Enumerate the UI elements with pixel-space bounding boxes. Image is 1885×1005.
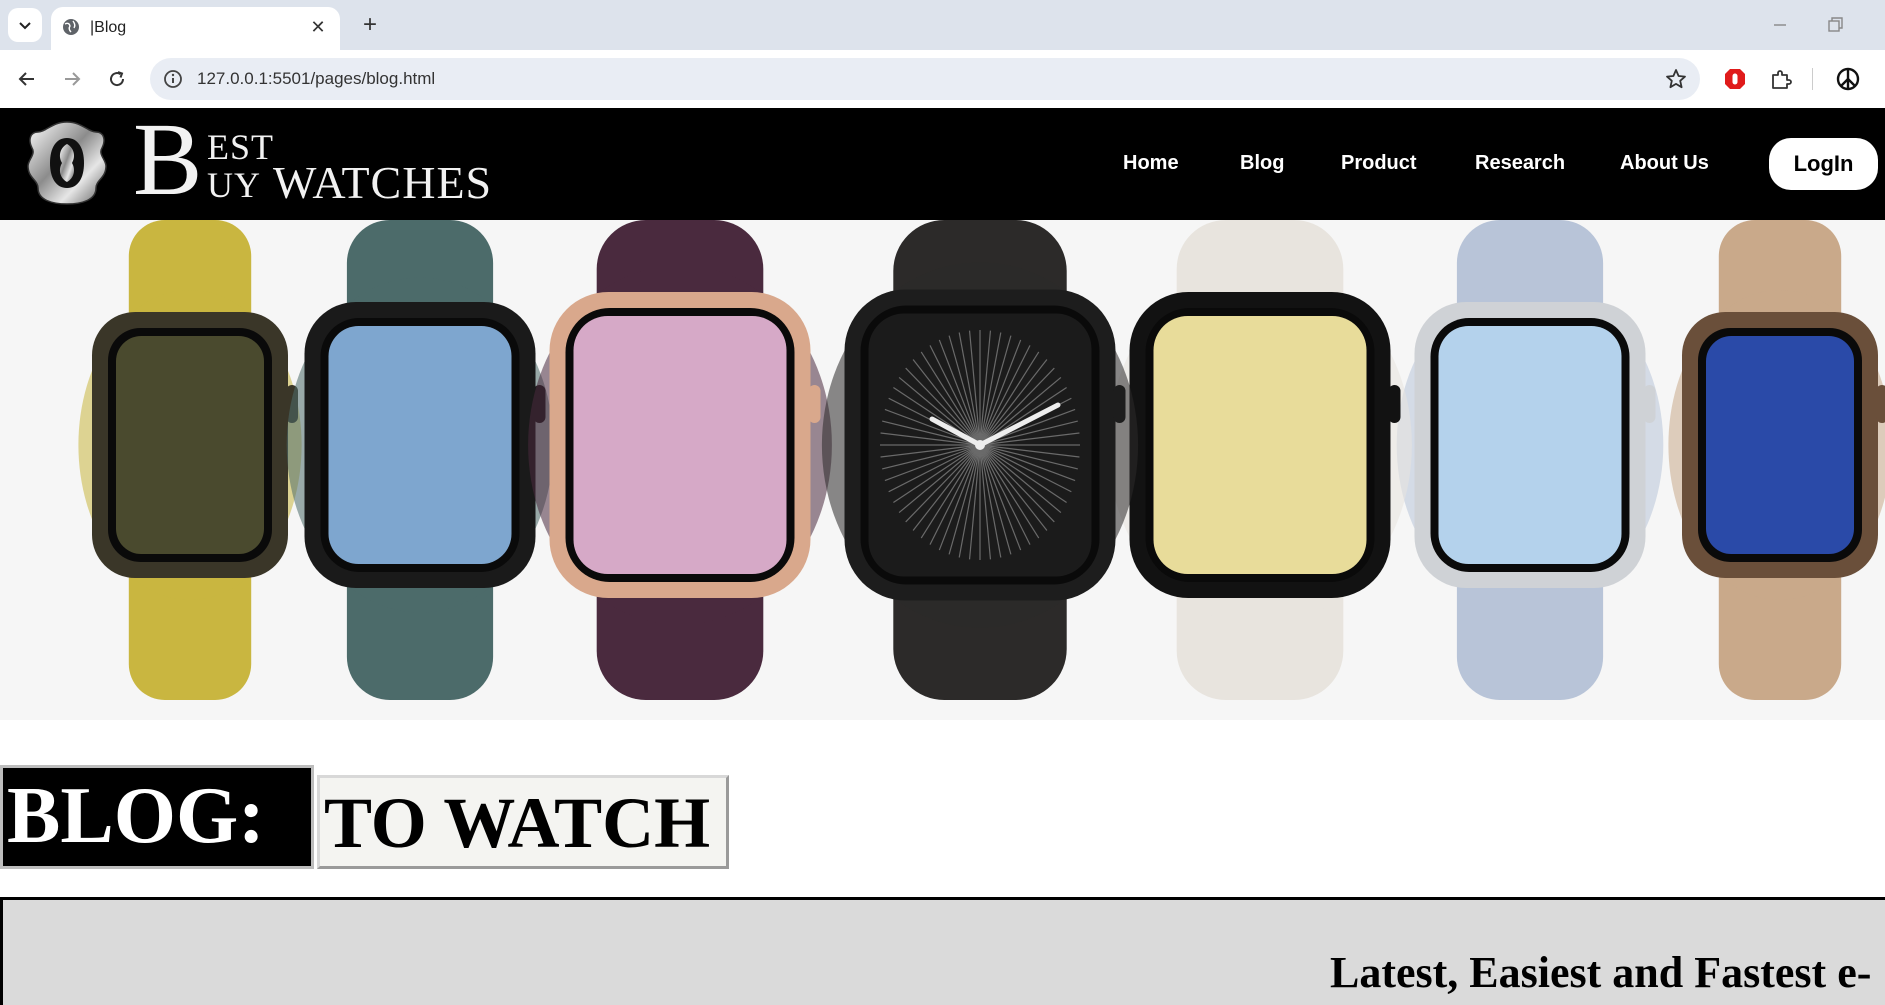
nav-product[interactable]: Product [1341, 152, 1417, 175]
back-button[interactable] [10, 62, 44, 96]
watch-gold-titanium-braided [78, 220, 302, 700]
toolbar-divider [1812, 68, 1813, 90]
watch-gold-link-bracelet [1668, 220, 1885, 700]
reload-button[interactable] [100, 62, 134, 96]
hand-pivot [975, 440, 985, 450]
chevron-down-icon [19, 22, 31, 30]
profile-button[interactable] [1831, 62, 1865, 96]
forward-button[interactable] [55, 62, 89, 96]
logo-uy: UY [207, 165, 261, 205]
close-tab-icon[interactable]: ✕ [306, 15, 330, 39]
extension-adblock-button[interactable] [1718, 62, 1752, 96]
logo-emblem-icon[interactable] [26, 118, 108, 208]
browser-tab-bar: |Blog ✕ + [0, 0, 1885, 50]
tab-search-menu-button[interactable] [8, 8, 42, 42]
blog-intro-text: Latest, Easiest and Fastest e- [1330, 948, 1872, 997]
watch-silver-starlight [1108, 220, 1412, 700]
watch-jet-black-teal [286, 220, 554, 700]
minimize-window-icon[interactable] [1765, 10, 1795, 40]
stop-hand-icon [1725, 69, 1745, 89]
extensions-button[interactable] [1764, 62, 1798, 96]
logo-letter-b: B [133, 102, 203, 217]
nav-home[interactable]: Home [1123, 152, 1179, 175]
nav-blog[interactable]: Blog [1240, 152, 1284, 175]
nav-research[interactable]: Research [1475, 152, 1565, 175]
puzzle-piece-icon [1772, 70, 1792, 89]
blog-content-box: Latest, Easiest and Fastest e- [0, 897, 1885, 1005]
browser-tab-active[interactable]: |Blog ✕ [51, 7, 340, 50]
blog-heading-label: BLOG: [0, 765, 314, 869]
address-bar[interactable]: 127.0.0.1:5501/pages/blog.html [150, 58, 1700, 100]
logo-est: EST [207, 127, 275, 167]
site-info-icon[interactable] [162, 68, 184, 90]
logo-wordmark[interactable]: B EST UY WATCHES [133, 108, 493, 220]
bookmark-star-icon[interactable] [1664, 67, 1688, 91]
new-tab-button[interactable]: + [355, 10, 385, 40]
watch-lineup-image [78, 220, 1885, 700]
nav-about-us[interactable]: About Us [1620, 152, 1709, 175]
restore-window-icon[interactable] [1820, 10, 1850, 40]
reload-icon [110, 71, 125, 87]
blog-heading-subtitle: TO WATCH [317, 775, 729, 869]
site-header: B EST UY WATCHES Home Blog Product Resea… [0, 108, 1885, 220]
logo-watches: WATCHES [273, 157, 493, 208]
url-text[interactable]: 127.0.0.1:5501/pages/blog.html [197, 69, 435, 89]
watch-rose-gold-plum [528, 220, 832, 700]
browser-toolbar: 127.0.0.1:5501/pages/blog.html [0, 50, 1885, 108]
login-button[interactable]: LogIn [1769, 138, 1878, 190]
hero-banner [0, 220, 1885, 720]
arrow-left-icon [18, 72, 34, 86]
watch-silver-blue-loop [1396, 220, 1664, 700]
globe-icon [63, 19, 79, 35]
peace-sign-icon [1836, 67, 1860, 91]
arrow-right-icon [65, 72, 81, 86]
tab-title: |Blog [90, 19, 127, 36]
